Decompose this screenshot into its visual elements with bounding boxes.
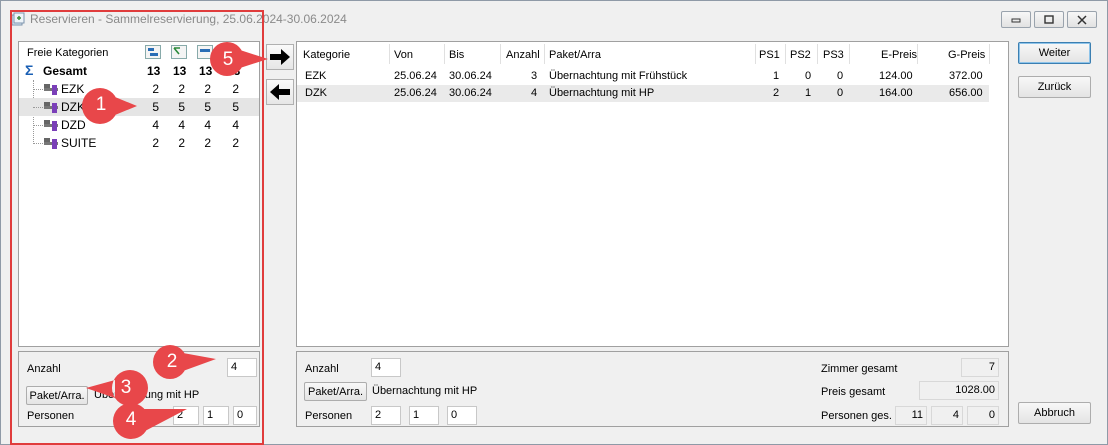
cell-bis: 30.06.24 — [449, 87, 492, 99]
anzahl-label: Anzahl — [305, 363, 339, 375]
personen-ges-value-1: 11 — [895, 406, 927, 425]
callout-number: 1 — [95, 94, 107, 115]
cell-kategorie: EZK — [305, 70, 327, 82]
cell-g-preis: 372.00 — [949, 70, 983, 82]
cell-bis: 30.06.24 — [449, 70, 492, 82]
cell-ps3: 0 — [837, 87, 844, 99]
zimmer-gesamt-value: 7 — [961, 358, 999, 377]
cell-von: 25.06.24 — [394, 70, 437, 82]
table-row-selected[interactable]: DZK 25.06.24 30.06.24 4 Übernachtung mit… — [297, 85, 989, 102]
personen-label: Personen — [305, 410, 353, 422]
weiter-button[interactable]: Weiter — [1018, 42, 1091, 64]
callout-number: 4 — [125, 409, 137, 430]
col-anzahl[interactable]: Anzahl — [506, 49, 540, 61]
personen-ges-label: Personen ges. — [821, 410, 892, 422]
add-to-list-button[interactable] — [266, 44, 294, 70]
maximize-icon — [1044, 14, 1054, 24]
table-header: Kategorie Von Bis Anzahl Paket/Arra PS1 … — [297, 42, 1008, 66]
cell-von: 25.06.24 — [394, 87, 437, 99]
cell-anzahl: 4 — [531, 87, 538, 99]
cell-paket: Übernachtung mit Frühstück — [549, 70, 688, 82]
right-options-panel: Anzahl 4 Paket/Arra. Übernachtung mit HP… — [296, 351, 1009, 427]
preis-gesamt-value: 1028.00 — [919, 381, 999, 400]
col-e-preis[interactable]: E-Preis — [881, 49, 917, 61]
close-button[interactable] — [1067, 11, 1097, 28]
callout-number: 3 — [120, 377, 132, 398]
personen-input-3[interactable]: 0 — [447, 406, 477, 425]
remove-from-list-button[interactable] — [266, 79, 294, 105]
abbruch-button[interactable]: Abbruch — [1018, 402, 1091, 424]
col-ps2[interactable]: PS2 — [790, 49, 811, 61]
col-ps1[interactable]: PS1 — [759, 49, 780, 61]
minimize-icon — [1011, 18, 1021, 22]
personen-input-2[interactable]: 1 — [409, 406, 439, 425]
cell-ps2: 0 — [805, 70, 812, 82]
col-g-preis[interactable]: G-Preis — [948, 49, 985, 61]
personen-input-1[interactable]: 2 — [371, 406, 401, 425]
col-bis[interactable]: Bis — [449, 49, 464, 61]
cell-anzahl: 3 — [531, 70, 538, 82]
col-ps3[interactable]: PS3 — [823, 49, 844, 61]
anzahl-input[interactable]: 4 — [371, 358, 401, 377]
personen-ges-value-2: 4 — [931, 406, 963, 425]
callout-number: 2 — [166, 351, 178, 372]
cell-e-preis: 164.00 — [879, 87, 913, 99]
cell-kategorie: DZK — [305, 87, 327, 99]
cell-ps1: 2 — [773, 87, 780, 99]
personen-ges-value-3: 0 — [967, 406, 999, 425]
table-row[interactable]: EZK 25.06.24 30.06.24 3 Übernachtung mit… — [297, 68, 989, 85]
cell-paket: Übernachtung mit HP — [549, 87, 655, 99]
reservation-window: Reservieren - Sammelreservierung, 25.06.… — [0, 0, 1108, 445]
paket-arra-button[interactable]: Paket/Arra. — [304, 382, 367, 401]
maximize-button[interactable] — [1034, 11, 1064, 28]
reservation-table: Kategorie Von Bis Anzahl Paket/Arra PS1 … — [296, 41, 1009, 347]
arrow-right-icon — [270, 49, 290, 65]
cell-ps3: 0 — [837, 70, 844, 82]
col-kategorie[interactable]: Kategorie — [303, 49, 350, 61]
zimmer-gesamt-label: Zimmer gesamt — [821, 363, 898, 375]
paket-value: Übernachtung mit HP — [372, 385, 478, 397]
col-paket[interactable]: Paket/Arra — [549, 49, 601, 61]
callout-number: 5 — [222, 49, 234, 70]
cell-e-preis: 124.00 — [879, 70, 913, 82]
cell-g-preis: 656.00 — [949, 87, 983, 99]
arrow-left-icon — [270, 84, 290, 100]
zurueck-button[interactable]: Zurück — [1018, 76, 1091, 98]
preis-gesamt-label: Preis gesamt — [821, 386, 886, 398]
close-icon — [1077, 14, 1087, 25]
cell-ps2: 1 — [805, 87, 812, 99]
cell-ps1: 1 — [773, 70, 780, 82]
minimize-button[interactable] — [1001, 11, 1031, 28]
col-von[interactable]: Von — [394, 49, 413, 61]
